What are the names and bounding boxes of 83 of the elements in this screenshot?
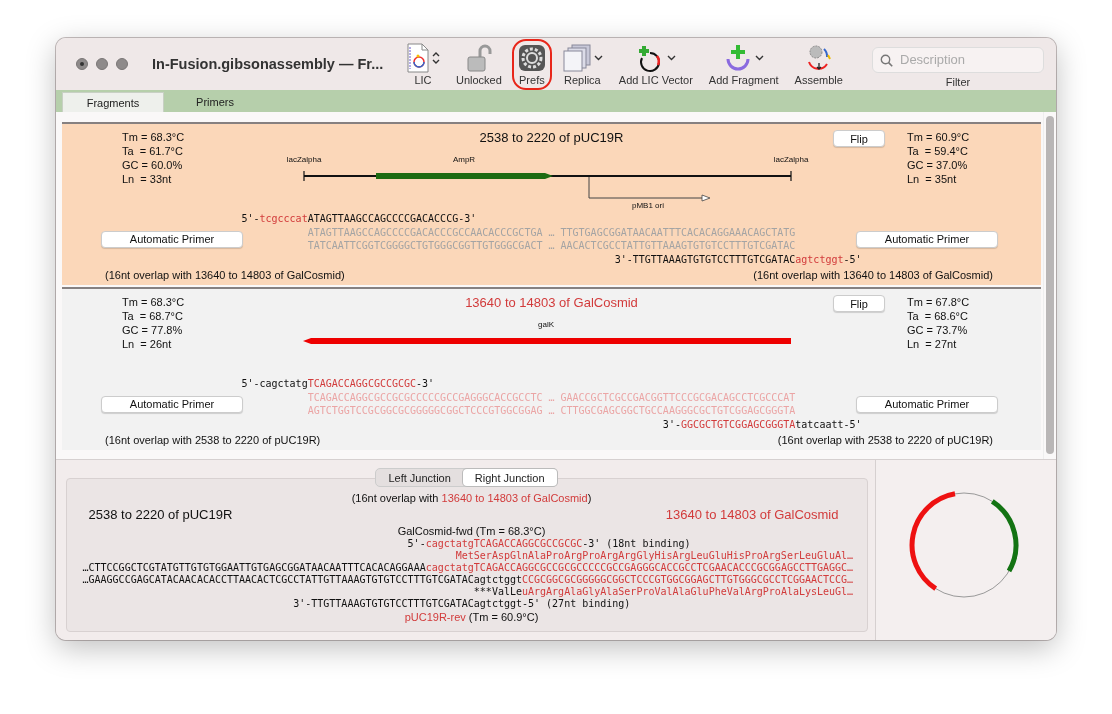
stat-line: Tm = 67.8°C bbox=[907, 295, 970, 309]
close-button[interactable] bbox=[76, 58, 88, 70]
fragment-card[interactable] bbox=[62, 287, 1041, 450]
minimize-button[interactable] bbox=[96, 58, 108, 70]
sequence-line: ***ValLeuArgArgAlaGlyAlaSerProValAlaGluPheValArgProAlaLysLeuGl… bbox=[472, 586, 855, 598]
sequence-line: …CTTCCGGCTCGTATGTTGTGTGGAATTGTGAGCGGATAACAATTTCACACAGGAAAcagctatgTCAGACCAGGCGCCGCGCCCCCGCCGAGGGCACCGCCTCGAACACCCGCGGAGCCTTGAGGC… bbox=[82, 562, 855, 574]
auto-primer-button[interactable]: Automatic Primer bbox=[856, 395, 998, 413]
toolbar-button[interactable]: Add Fragment bbox=[702, 38, 785, 90]
gear-icon bbox=[517, 44, 546, 72]
toolbar-button[interactable]: Assemble bbox=[788, 38, 849, 90]
chevron-down-icon bbox=[755, 55, 765, 61]
auto-primer-button[interactable]: Automatic Primer bbox=[101, 230, 243, 248]
primer-name: pUC19R-rev (Tm = 60.9°C) bbox=[403, 610, 540, 624]
strand-sequence: TCAGACCAGGCGCCGCGCCCCCGCCGAGGGCACCGCCTC … GAACCGCTCGCCGACGGTTCCCGCGACAGCCTCGCCCAT bbox=[307, 390, 796, 404]
stat-line: Ta = 68.6°C bbox=[907, 309, 969, 323]
toolbar-button[interactable]: Unlocked bbox=[450, 38, 508, 90]
strand-sequence: AGTCTGGTCCGCGGCGCGGGGGCGGCTCCCGTGGCGGAG … CTTGGCGAGCGGCTGCCAAGGGCGCTGTCGGAGCGGGTA bbox=[307, 404, 796, 418]
chevron-down-icon bbox=[593, 55, 603, 61]
stat-line: Tm = 68.3°C bbox=[122, 130, 186, 144]
feature-tick bbox=[302, 170, 305, 182]
search-label: Filter bbox=[945, 75, 971, 88]
feature-label: pMB1 ori bbox=[631, 201, 664, 210]
overlap-text: (16nt overlap with 2538 to 2220 of pUC19R) bbox=[105, 434, 321, 446]
stat-line: Ln = 26nt bbox=[122, 337, 173, 351]
auto-primer-button[interactable]: Automatic Primer bbox=[101, 395, 243, 413]
stepper-chevron-icon bbox=[432, 51, 440, 65]
auto-primer-button[interactable]: Automatic Primer bbox=[856, 230, 998, 248]
stat-line: Tm = 68.3°C bbox=[122, 295, 186, 309]
toolbar-button[interactable]: Add LIC Vector bbox=[612, 38, 699, 90]
stat-line: Ln = 33nt bbox=[122, 172, 173, 186]
sequence-line: 3'-TTGTTAAAGTGTGTCCTTTGTCGATACagtctggt-5' (27nt binding) bbox=[292, 598, 632, 610]
feature-tick bbox=[789, 170, 792, 182]
primer-sequence: 3'-TTGTTAAAGTGTGTCCTTTGTCGATACagtctggt-5' bbox=[613, 252, 862, 266]
overlap-text: (16nt overlap with 13640 to 14803 of GalCosmid) bbox=[350, 491, 593, 505]
primer-name: GalCosmid-fwd (Tm = 68.3°C) bbox=[396, 524, 547, 538]
sequence-line: MetSerAspGlnAlaProArgProArgArgGlyHisArgLeuGluHisProArgSerLeuGluAl… bbox=[454, 550, 855, 562]
stat-line: Ta = 59.4°C bbox=[907, 144, 969, 158]
primer-sequence: 5'-cagctatgTCAGACCAGGCGCCGCGC-3' bbox=[241, 377, 436, 391]
stat-line: GC = 60.0% bbox=[122, 158, 184, 172]
feature-label: lacZalpha bbox=[773, 155, 808, 164]
toolbar-button[interactable]: Prefs bbox=[511, 38, 552, 90]
stat-line: GC = 37.0% bbox=[907, 158, 969, 172]
stat-line: Ln = 27nt bbox=[907, 337, 958, 351]
stat-line: Tm = 60.9°C bbox=[907, 130, 970, 144]
tab[interactable]: Fragments bbox=[62, 92, 164, 112]
overlap-text: (16nt overlap with 2538 to 2220 of pUC19R) bbox=[777, 434, 993, 446]
padlock-icon bbox=[465, 43, 492, 73]
tab[interactable]: Primers bbox=[164, 92, 266, 112]
chevron-down-icon bbox=[667, 55, 677, 61]
primer-sequence: 5'-tcgcccatATAGTTAAGCCAGCCCCGACACCCG-3' bbox=[241, 212, 478, 226]
overlap-text: (16nt overlap with 13640 to 14803 of GalCosmid) bbox=[105, 269, 345, 281]
sequence-line: 5'-cagctatgTCAGACCAGGCGCCGCGC-3' (18nt binding) bbox=[406, 538, 692, 550]
segment-tab[interactable]: Left Junction bbox=[376, 469, 463, 486]
strand-sequence: TATCAATTCGGTCGGGGCTGTGGGCGGTTGTGGGCGACT … AACACTCGCCTATTGTTAAAGTGTGTCCTTTGTCGATAC bbox=[307, 239, 796, 253]
stat-line: GC = 77.8% bbox=[122, 323, 184, 337]
zoom-button[interactable] bbox=[116, 58, 128, 70]
junction-title: 13640 to 14803 of GalCosmid bbox=[665, 507, 839, 522]
feature-label: AmpR bbox=[452, 155, 475, 164]
scrollbar-thumb[interactable] bbox=[1046, 116, 1054, 454]
fragment-title: 13640 to 14803 of GalCosmid bbox=[465, 295, 638, 312]
stat-line: Ta = 61.7°C bbox=[122, 144, 184, 158]
strand-sequence: ATAGTTAAGCCAGCCCCGACACCCGCCAACACCCGCTGA … TTGTGAGCGGATAACAATTTCACACAGGAAACAGCTATG bbox=[307, 225, 796, 239]
stacked-pages-icon bbox=[561, 43, 592, 73]
toolbar-button[interactable]: LIC bbox=[400, 38, 446, 90]
fragment-card[interactable] bbox=[62, 122, 1041, 285]
search-field[interactable]: Description bbox=[872, 46, 1044, 73]
flip-button[interactable]: Flip bbox=[833, 130, 885, 147]
toolbar-button[interactable]: Replica bbox=[555, 38, 609, 90]
feature-label: galK bbox=[537, 320, 554, 329]
segment-tab[interactable]: Right Junction bbox=[462, 469, 557, 486]
stat-line: Ta = 68.7°C bbox=[122, 309, 184, 323]
stat-line: GC = 73.7% bbox=[907, 323, 969, 337]
flip-button[interactable]: Flip bbox=[833, 295, 885, 312]
overlap-text: (16nt overlap with 13640 to 14803 of GalCosmid) bbox=[753, 269, 993, 281]
feature-label: lacZalpha bbox=[286, 155, 321, 164]
window-title: In-Fusion.gibsonassembly — Fr... bbox=[152, 56, 385, 72]
document-icon bbox=[406, 43, 430, 73]
junction-title: 2538 to 2220 of pUC19R bbox=[88, 507, 233, 522]
scrollbar[interactable] bbox=[1043, 112, 1056, 459]
primer-sequence: 3'-GGCGCTGTCGGAGCGGGTAtatcaatt-5' bbox=[661, 417, 862, 431]
sequence-line: …GAAGGCCGAGCATACAACACACCTTAACACTCGCCTATTGTTAAAGTGTGTCCTTTGTCGATACagtctggtCCGCGGCGCGGGGGCGGCTCCCGTGGCGGAGCTTGTGGGCGCCTCGGAACTCCG… bbox=[82, 574, 855, 586]
stat-line: Ln = 35nt bbox=[907, 172, 958, 186]
fragment-title: 2538 to 2220 of pUC19R bbox=[479, 130, 624, 147]
